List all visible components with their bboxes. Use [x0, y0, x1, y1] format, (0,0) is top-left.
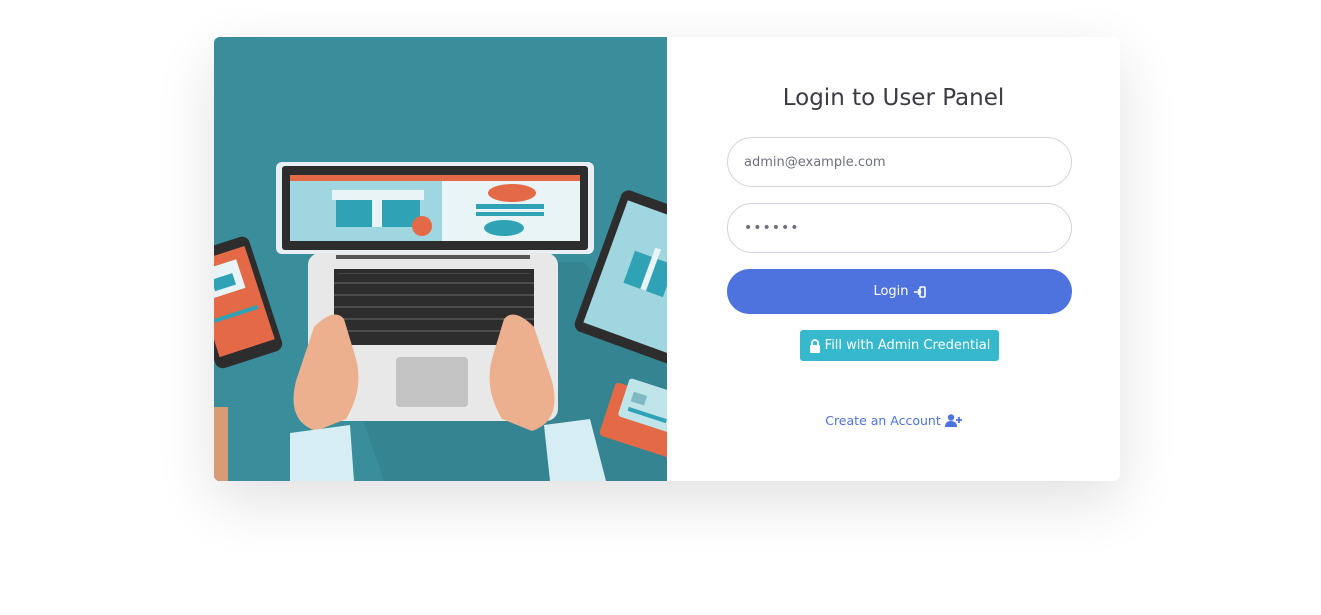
login-button[interactable]: Login [727, 269, 1072, 314]
sign-in-icon [913, 285, 926, 298]
page-title: Login to User Panel [782, 85, 1005, 111]
create-account-label: Create an Account [825, 413, 941, 428]
shopping-laptop-illustration [214, 37, 667, 481]
fill-admin-credential-label: Fill with Admin Credential [824, 338, 991, 353]
user-plus-icon [944, 414, 962, 427]
create-account-link[interactable]: Create an Account [667, 413, 1120, 428]
login-button-label: Login [873, 284, 909, 299]
email-field[interactable] [727, 137, 1072, 187]
lock-icon [809, 338, 821, 353]
login-form-panel: Login to User Panel Login Fill with Admi… [667, 37, 1120, 481]
login-card: Login to User Panel Login Fill with Admi… [214, 37, 1120, 481]
password-field[interactable] [727, 203, 1072, 253]
fill-admin-credential-button[interactable]: Fill with Admin Credential [800, 330, 999, 361]
